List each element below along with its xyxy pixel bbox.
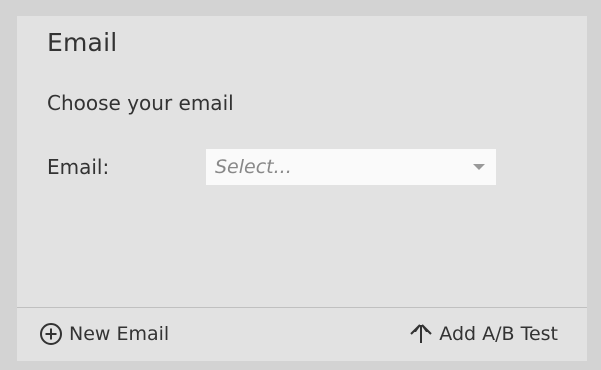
panel-title: Email: [47, 28, 118, 57]
email-panel: Email Choose your email Email: Select...…: [17, 16, 587, 361]
new-email-button[interactable]: New Email: [39, 322, 169, 346]
add-ab-test-label: Add A/B Test: [439, 323, 558, 345]
add-ab-test-button[interactable]: Add A/B Test: [409, 322, 558, 346]
chevron-down-icon: [473, 164, 485, 170]
email-field-label: Email:: [47, 155, 110, 179]
new-email-label: New Email: [69, 323, 170, 345]
split-arrows-icon: [409, 322, 433, 346]
footer-divider: [17, 307, 587, 308]
email-select-placeholder: Select...: [215, 156, 292, 178]
plus-circle-icon: [39, 322, 63, 346]
panel-subtitle: Choose your email: [47, 91, 234, 115]
email-select[interactable]: Select...: [206, 149, 496, 185]
